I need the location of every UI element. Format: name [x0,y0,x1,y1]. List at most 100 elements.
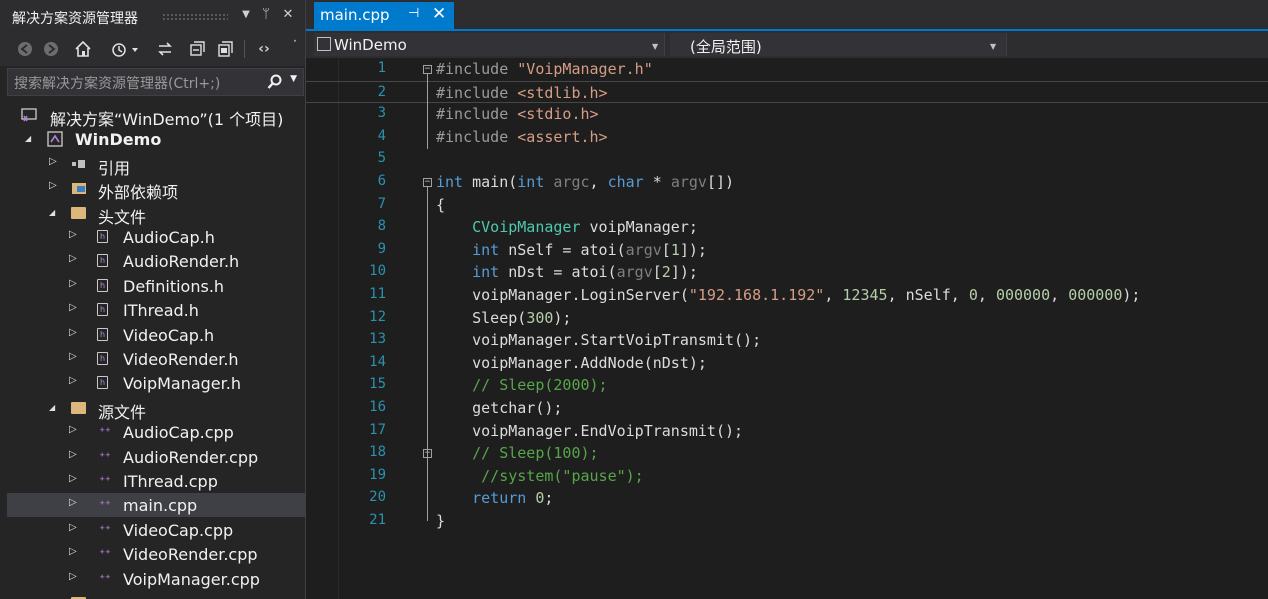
tree-item[interactable]: ▷ h VoipManager.h [7,371,305,395]
code-line[interactable]: 2 #include <stdlib.h> [306,80,1268,103]
expanded-arrow-icon[interactable]: ◢ [25,134,31,143]
tree-item-label: AudioCap.cpp [123,423,234,443]
collapsed-arrow-icon[interactable]: ▷ [49,156,57,167]
tree-item[interactable]: ▷ ⁺⁺ VideoRender.cpp [7,542,305,566]
code-line[interactable]: 3 #include <stdio.h> [306,103,1268,125]
tree-item[interactable]: ▷ h VideoRender.h [7,347,305,371]
tree-item[interactable]: ◢资源文件 [7,591,305,599]
code-line[interactable]: 17 voipManager.EndVoipTransmit(); [306,420,1268,442]
collapsed-arrow-icon[interactable]: ▷ [69,546,77,557]
collapsed-arrow-icon[interactable]: ▷ [69,375,77,386]
tree-item[interactable]: ▷ ⁺⁺ AudioRender.cpp [7,445,305,469]
collapsed-arrow-icon[interactable]: ▷ [69,473,77,484]
expanded-arrow-icon[interactable]: ◢ [49,208,55,217]
tab-main-cpp[interactable]: main.cpp ⊣ ✕ [314,2,454,29]
forward-icon[interactable] [42,38,60,60]
code-token: 300 [526,308,554,327]
tree-item[interactable]: ▷ 外部依赖项 [7,176,305,202]
drag-grip[interactable] [162,13,228,20]
code-line[interactable]: 21} [306,510,1268,532]
pin-icon[interactable]: ⊣ [408,6,419,21]
collapse-all-icon[interactable] [187,38,207,60]
search-box[interactable]: 搜索解决方案资源管理器(Ctrl+;) ▼ [7,68,304,96]
code-text: voipManager.StartVoipTransmit(); [436,331,761,349]
code-line[interactable]: 10 int nDst = atoi(argv[2]); [306,261,1268,283]
collapsed-arrow-icon[interactable]: ▷ [69,302,77,313]
tree-item[interactable]: ▷ ⁺⁺ main.cpp [7,493,305,518]
line-number: 21 [369,512,386,528]
line-number: 18 [369,444,386,461]
code-line[interactable]: 8 CVoipManager voipManager; [306,216,1268,238]
collapsed-arrow-icon[interactable]: ▷ [69,327,77,338]
tree-item[interactable]: ▷ ⁺⁺ VideoCap.cpp [7,518,305,542]
project-dropdown[interactable]: WinDemo ▼ [314,33,665,56]
tree-item[interactable]: 解决方案“WinDemo”(1 个项目) [7,103,305,129]
collapse-region-icon[interactable]: − [423,178,432,187]
collapse-region-icon[interactable]: − [423,65,432,74]
code-token: // Sleep(100); [472,444,599,463]
collapsed-arrow-icon[interactable]: ▷ [69,449,77,460]
code-line[interactable]: 18− // Sleep(100); [306,442,1268,464]
tree-item[interactable]: ◢ 头文件 [7,201,305,227]
code-line[interactable]: 14 voipManager.AddNode(nDst); [306,352,1268,374]
tree-item[interactable]: ◢ WinDemo [7,127,305,151]
line-number: 8 [377,218,386,235]
code-line[interactable]: 9 int nSelf = atoi(argv[1]); [306,239,1268,261]
code-line[interactable]: 12 Sleep(300); [306,307,1268,329]
cpp-file-icon: ⁺⁺ [99,425,111,439]
tree-item[interactable]: ▷ h AudioCap.h [7,225,305,249]
collapsed-arrow-icon[interactable]: ▷ [69,229,77,240]
history-icon[interactable] [110,38,140,60]
expanded-arrow-icon[interactable]: ◢ [49,403,55,412]
line-number: 14 [369,353,386,370]
collapsed-arrow-icon[interactable]: ▷ [69,351,77,362]
tree-item[interactable]: ▷ h AudioRender.h [7,249,305,273]
code-line[interactable]: 15 // Sleep(2000); [306,374,1268,396]
code-view-icon[interactable]: ‹› [254,38,274,60]
collapsed-arrow-icon[interactable]: ▷ [69,522,77,533]
sync-icon[interactable] [155,38,175,60]
tree-item[interactable]: ▷ ⁺⁺ IThread.cpp [7,469,305,493]
tree-item[interactable]: ▷ h IThread.h [7,298,305,322]
tree-item[interactable]: ▷ ⁺⁺ VoipManager.cpp [7,567,305,591]
collapsed-arrow-icon[interactable]: ▷ [69,253,77,264]
collapsed-arrow-icon[interactable]: ▷ [69,497,77,508]
code-line[interactable]: 16 getchar(); [306,397,1268,419]
tree-item[interactable]: ▷ ⁺⁺ AudioCap.cpp [7,420,305,444]
close-panel-button[interactable]: ✕ [280,6,296,24]
code-line[interactable]: 1 − #include "VoipManager.h" [306,58,1268,80]
references-icon [71,156,87,172]
collapsed-arrow-icon[interactable]: ▷ [69,278,77,289]
dropdown-menu-button[interactable]: ▼ [238,6,254,24]
tree-item[interactable]: ▷ h Definitions.h [7,274,305,298]
search-icon[interactable] [267,72,283,94]
line-number: 13 [369,331,386,348]
home-icon[interactable] [72,38,94,60]
code-line[interactable]: 19 //system("pause"); [306,465,1268,487]
back-icon[interactable] [16,38,34,60]
toolbar-overflow-icon[interactable]: ˟ [290,34,300,56]
show-all-files-icon[interactable] [215,38,235,60]
code-line[interactable]: 5 [306,148,1268,170]
tree-item[interactable]: ◢ 源文件 [7,396,305,422]
tree-item[interactable]: ▷ h VideoCap.h [7,323,305,347]
search-options-caret-icon[interactable]: ▼ [290,74,297,84]
code-line[interactable]: 13 voipManager.StartVoipTransmit(); [306,329,1268,351]
pin-button[interactable]: ᛘ [258,6,274,24]
editor-tab-strip: main.cpp ⊣ ✕ [306,0,1268,29]
code-line[interactable]: 4 #include <assert.h> [306,126,1268,148]
search-input[interactable]: 搜索解决方案资源管理器(Ctrl+;) [14,73,220,93]
close-icon[interactable]: ✕ [432,4,446,24]
code-editor[interactable]: 1− #include "VoipManager.h" 2 #include <std… [306,58,1268,599]
collapsed-arrow-icon[interactable]: ▷ [69,424,77,435]
code-line[interactable]: 20 return 0; [306,487,1268,509]
scope-dropdown[interactable]: (全局范围) ▼ [670,33,1007,56]
tree-item[interactable]: ▷ 引用 [7,152,305,178]
collapsed-arrow-icon[interactable]: ▷ [69,571,77,582]
code-line[interactable]: 11 voipManager.LoginServer("192.168.1.19… [306,284,1268,306]
collapsed-arrow-icon[interactable]: ▷ [49,180,57,191]
code-line[interactable]: 7{ [306,194,1268,216]
code-line[interactable]: 6− int main(int argc, char * argv[]) [306,171,1268,193]
code-token: int [472,263,500,282]
